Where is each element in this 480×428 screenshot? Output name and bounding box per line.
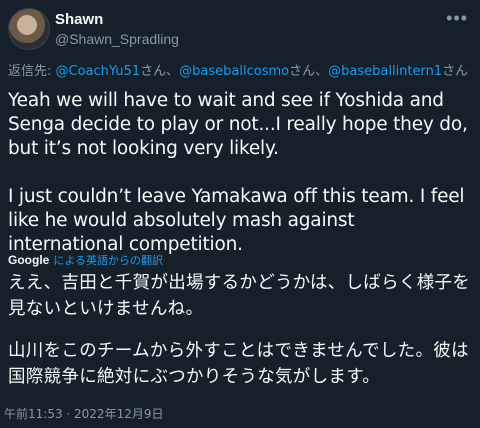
reply-separator: 、 <box>166 64 180 79</box>
reply-separator: 、 <box>315 64 329 79</box>
tweet-paragraph: I just couldn’t leave Yamakawa off this … <box>8 186 465 255</box>
reply-suffix: さん <box>140 64 167 79</box>
translated-text: ええ、吉田と千賀が出場するかどうかは、しばらく様子を見ないといけませんね。 山川… <box>8 270 476 390</box>
user-handle[interactable]: @Shawn_Spradling <box>55 30 179 48</box>
display-name[interactable]: Shawn <box>55 11 179 29</box>
reply-suffix: さん <box>442 64 469 79</box>
translated-paragraph: ええ、吉田と千賀が出場するかどうかは、しばらく様子を見ないといけませんね。 <box>8 273 471 319</box>
tweet-paragraph: Yeah we will have to wait and see if Yos… <box>8 90 468 159</box>
translation-attribution: Google による英語からの翻訳 <box>8 252 163 269</box>
avatar[interactable] <box>8 8 50 50</box>
tweet-timestamp[interactable]: 午前11:53 · 2022年12月9日 <box>4 405 163 422</box>
mention-link[interactable]: @CoachYu51 <box>56 64 141 79</box>
reply-suffix: さん <box>289 64 316 79</box>
mention-link[interactable]: @baseballintern1 <box>328 64 442 79</box>
reply-prefix: 返信先: <box>8 64 56 79</box>
translation-label-link[interactable]: による英語からの翻訳 <box>53 254 163 267</box>
more-options-icon[interactable]: ••• <box>446 9 468 27</box>
tweet-text: Yeah we will have to wait and see if Yos… <box>8 89 472 257</box>
author-info[interactable]: Shawn @Shawn_Spradling <box>55 11 179 48</box>
replying-to: 返信先: @CoachYu51さん、@baseballcosmoさん、@base… <box>8 60 468 79</box>
mention-link[interactable]: @baseballcosmo <box>179 64 289 79</box>
translated-paragraph: 山川をこのチームから外すことはできませんでした。彼は国際競争に絶対にぶつかりそう… <box>8 341 469 387</box>
google-logo: Google <box>8 253 50 267</box>
tweet-header: Shawn @Shawn_Spradling ••• <box>8 8 472 50</box>
